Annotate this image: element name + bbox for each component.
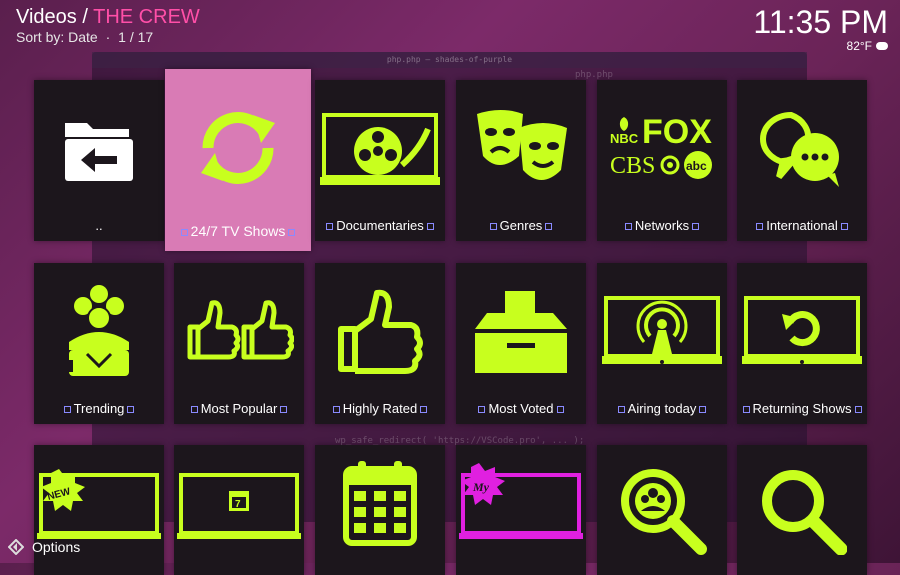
tile-label-text: Most Popular xyxy=(200,401,278,416)
tile-search[interactable] xyxy=(737,445,867,575)
weather: 82°F xyxy=(847,39,888,53)
tile-documentaries[interactable]: Documentaries xyxy=(315,80,445,241)
tile-my-tv[interactable]: My xyxy=(456,445,586,575)
tile-highly-rated[interactable]: Highly Rated xyxy=(315,263,445,424)
sort-info: Sort by: Date · 1 / 17 xyxy=(16,29,200,45)
tile-label: Trending xyxy=(34,401,164,416)
tile-label: 24/7 TV Shows xyxy=(165,223,311,239)
my-tv-icon: My xyxy=(456,445,586,575)
tile-label: Most Popular xyxy=(174,401,304,416)
calendar-icon xyxy=(315,445,445,575)
replay-tv-icon xyxy=(737,263,867,400)
tile-label-text: Trending xyxy=(73,401,125,416)
chat-bubbles-icon xyxy=(737,80,867,217)
theater-masks-icon xyxy=(456,80,586,217)
tile-label-text: 24/7 TV Shows xyxy=(190,223,286,239)
tile-label-text: Highly Rated xyxy=(342,401,418,416)
search-icon xyxy=(737,445,867,575)
fox-logo: FOX xyxy=(642,113,712,151)
cloud-icon xyxy=(876,42,888,50)
ballot-box-icon xyxy=(456,263,586,400)
tile-label: Returning Shows xyxy=(737,401,867,416)
tile-label: Genres xyxy=(456,218,586,233)
page-counter: 1 / 17 xyxy=(118,29,154,45)
header: Videos / THE CREW Sort by: Date · 1 / 17 xyxy=(16,6,200,45)
tile-label: International xyxy=(737,218,867,233)
tile-label-text: Documentaries xyxy=(336,218,424,233)
background-window-title: php.php — shades-of-purple xyxy=(386,55,513,64)
network-logos-icon: NBC FOX CBS abc xyxy=(597,80,727,217)
addon-title: THE CREW xyxy=(93,6,200,28)
tile-label: Highly Rated xyxy=(315,401,445,416)
abc-logo: abc xyxy=(686,159,707,173)
tile-search-people[interactable] xyxy=(597,445,727,575)
broadcast-tv-icon xyxy=(597,263,727,400)
sort-label: Sort by: Date xyxy=(16,29,98,45)
new-tv-icon: NEW xyxy=(34,445,164,575)
cbs-logo: CBS xyxy=(610,153,655,179)
tile-calendar[interactable] xyxy=(315,445,445,575)
tile-label: .. xyxy=(34,218,164,233)
options-icon xyxy=(8,539,24,555)
two-thumbs-up-icon xyxy=(174,263,304,400)
tile-label-text: Most Voted xyxy=(488,401,554,416)
page-title: Videos / THE CREW xyxy=(16,6,200,28)
my-badge: My xyxy=(472,480,490,494)
tile-returning-shows[interactable]: Returning Shows xyxy=(737,263,867,424)
tile-label: Most Voted xyxy=(456,401,586,416)
tile-trending[interactable]: Trending xyxy=(34,263,164,424)
tile-genres[interactable]: Genres xyxy=(456,80,586,241)
tile-airing-today[interactable]: Airing today xyxy=(597,263,727,424)
tile-label-text: .. xyxy=(95,218,103,233)
crowd-icon xyxy=(34,263,164,400)
film-reel-icon xyxy=(315,80,445,217)
title-separator: / xyxy=(82,6,88,28)
back-folder-icon xyxy=(34,80,164,217)
nbc-logo: NBC xyxy=(610,131,639,146)
thumb-up-icon xyxy=(315,263,445,400)
options-button[interactable]: Options xyxy=(8,539,80,555)
tile-label-text: Networks xyxy=(634,218,690,233)
temperature: 82°F xyxy=(846,39,872,53)
clock: 11:35 PM xyxy=(753,4,888,40)
calendar-tv-icon: 7 xyxy=(174,445,304,575)
tile-label: Documentaries xyxy=(315,218,445,233)
options-label: Options xyxy=(32,539,81,555)
tile-back[interactable]: .. xyxy=(34,80,164,241)
sort-dot: · xyxy=(105,29,111,45)
search-people-icon xyxy=(597,445,727,575)
tile-24-7-tv-shows[interactable]: 24/7 TV Shows xyxy=(165,69,311,251)
tile-networks[interactable]: NBC FOX CBS abc Networks xyxy=(597,80,727,241)
tile-label: Airing today xyxy=(597,401,727,416)
tile-label-text: Airing today xyxy=(627,401,697,416)
tile-label-text: Returning Shows xyxy=(752,401,852,416)
refresh-icon xyxy=(165,69,311,227)
tile-label-text: Genres xyxy=(499,218,543,233)
background-tab: php.php xyxy=(575,70,613,80)
tile-new[interactable]: NEW xyxy=(34,445,164,575)
tile-most-popular[interactable]: Most Popular xyxy=(174,263,304,424)
tile-label-text: International xyxy=(766,218,838,233)
tile-label: Networks xyxy=(597,218,727,233)
tile-international[interactable]: International xyxy=(737,80,867,241)
tile-most-voted[interactable]: Most Voted xyxy=(456,263,586,424)
section-title: Videos xyxy=(16,6,77,28)
tile-calendar-tv[interactable]: 7 xyxy=(174,445,304,575)
calendar-day: 7 xyxy=(235,499,241,510)
